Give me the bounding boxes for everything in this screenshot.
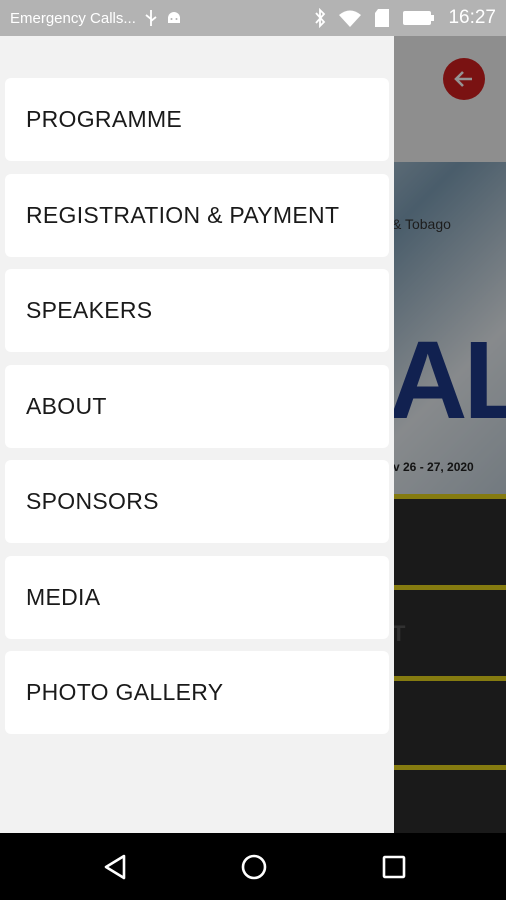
drawer-item-label: REGISTRATION & PAYMENT — [26, 202, 340, 228]
system-navigation-bar — [0, 833, 506, 900]
drawer-item-about[interactable]: ABOUT — [5, 365, 389, 448]
drawer-item-programme[interactable]: PROGRAMME — [5, 78, 389, 161]
drawer-item-label: MEDIA — [26, 584, 101, 610]
drawer-item-label: ABOUT — [26, 393, 107, 419]
nav-home-button[interactable] — [236, 849, 272, 885]
wifi-icon — [338, 9, 362, 27]
status-right: 16:27 — [314, 7, 496, 29]
status-time: 16:27 — [448, 7, 496, 28]
drawer-item-photo-gallery[interactable]: PHOTO GALLERY — [5, 651, 389, 734]
drawer-item-label: SPEAKERS — [26, 297, 153, 323]
drawer-item-label: PHOTO GALLERY — [26, 679, 224, 705]
triangle-back-icon — [104, 854, 126, 880]
square-recents-icon — [382, 855, 406, 879]
navigation-drawer: PROGRAMME REGISTRATION & PAYMENT SPEAKER… — [0, 36, 394, 833]
status-bar: Emergency Calls... 16:27 — [0, 0, 506, 36]
drawer-item-sponsors[interactable]: SPONSORS — [5, 460, 389, 543]
sim-icon — [374, 8, 390, 28]
drawer-item-speakers[interactable]: SPEAKERS — [5, 269, 389, 352]
status-left: Emergency Calls... — [10, 9, 182, 27]
usb-icon — [144, 9, 158, 27]
carrier-text: Emergency Calls... — [10, 9, 136, 27]
nav-recents-button[interactable] — [376, 849, 412, 885]
circle-home-icon — [241, 854, 267, 880]
bluetooth-icon — [314, 8, 326, 28]
drawer-item-label: SPONSORS — [26, 488, 159, 514]
drawer-item-registration-payment[interactable]: REGISTRATION & PAYMENT — [5, 174, 389, 257]
battery-icon — [402, 9, 436, 27]
drawer-item-media[interactable]: MEDIA — [5, 556, 389, 639]
drawer-item-label: PROGRAMME — [26, 106, 183, 132]
nav-back-button[interactable] — [97, 849, 133, 885]
android-debug-icon — [166, 9, 182, 27]
